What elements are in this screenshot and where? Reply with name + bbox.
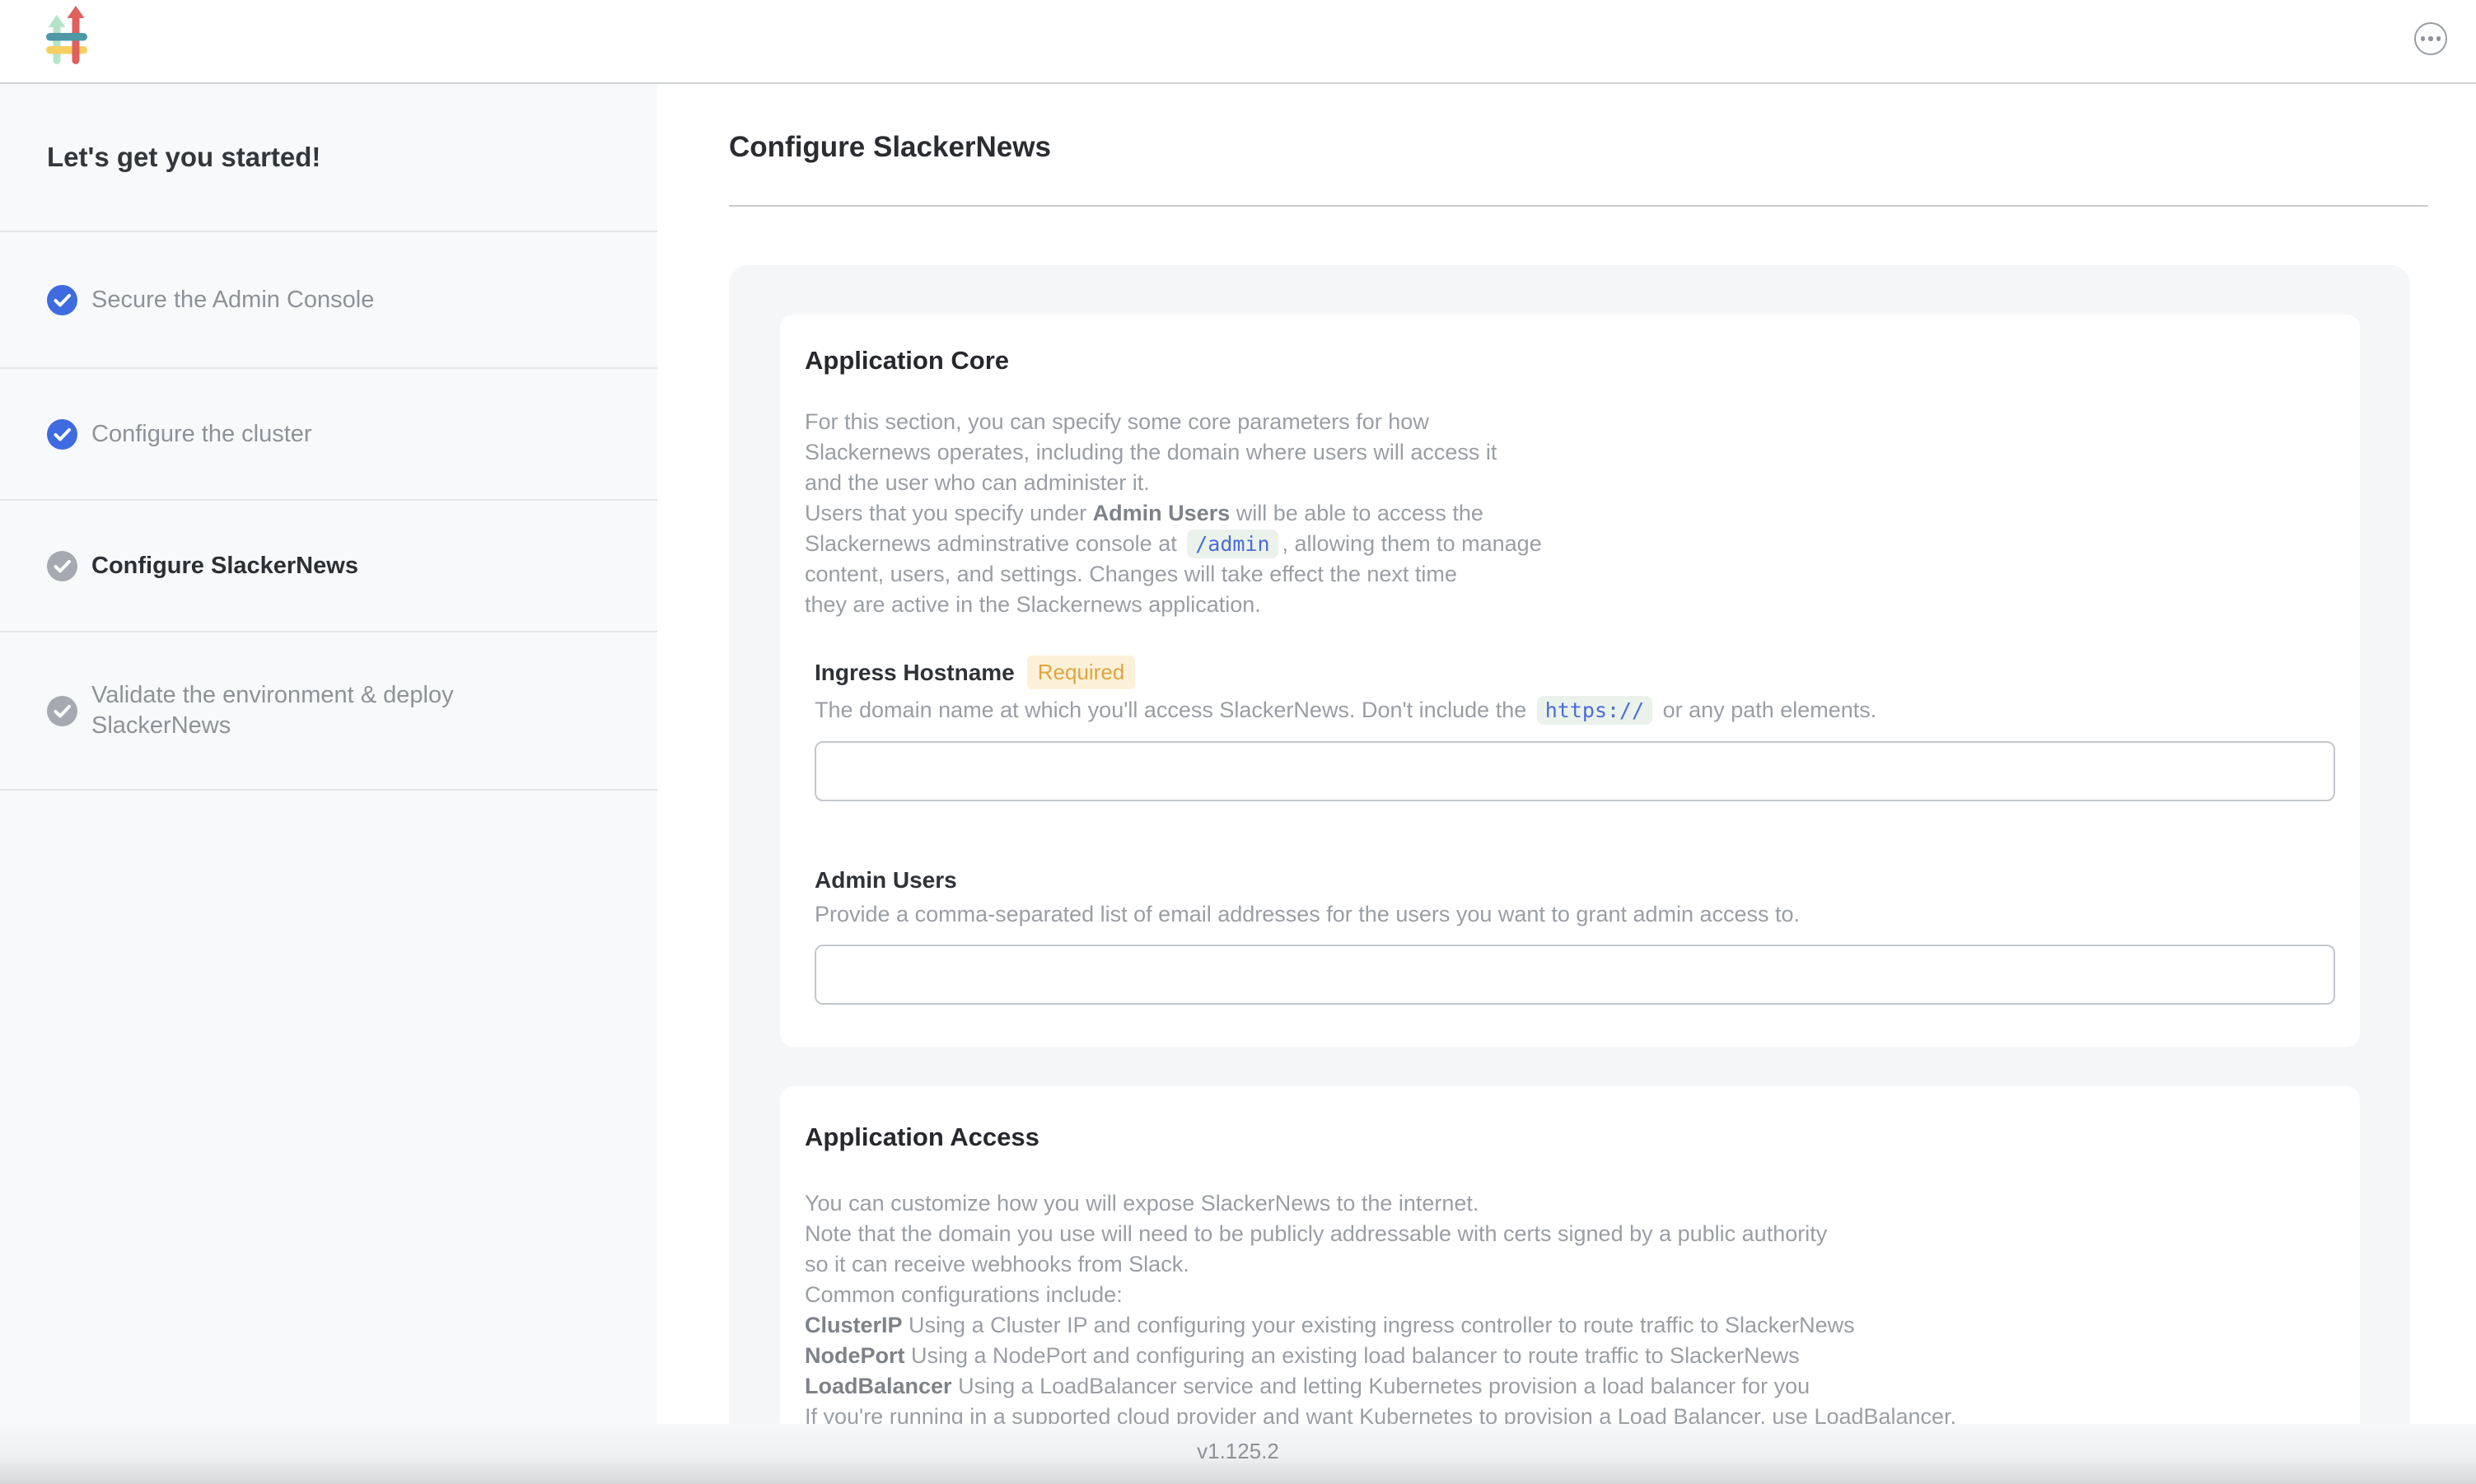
text-line: For this section, you can specify some c… (805, 407, 2335, 437)
check-icon (47, 696, 77, 726)
text-line: You can customize how you will expose Sl… (805, 1188, 2335, 1219)
text-line: Slackernews adminstrative console at /ad… (805, 529, 2335, 559)
admin-users-input[interactable] (815, 945, 2335, 1005)
text-line: and the user who can administer it. (805, 468, 2335, 498)
ingress-hostname-help: The domain name at which you'll access S… (815, 696, 2335, 725)
title-divider (729, 205, 2428, 207)
admin-users-label: Admin Users (815, 867, 957, 894)
sidebar-step-label: Configure the cluster (91, 419, 312, 450)
top-header (0, 0, 2476, 84)
config-panel: Application Core For this section, you c… (729, 265, 2410, 1424)
ingress-hostname-label: Ingress Hostname (815, 660, 1015, 686)
ellipsis-icon (2436, 36, 2441, 41)
text-line: they are active in the Slackernews appli… (805, 590, 2335, 620)
ellipsis-icon (2421, 36, 2426, 41)
sidebar-step-validate-deploy[interactable]: Validate the environment & deploy Slacke… (0, 632, 657, 791)
admin-users-field: Admin Users Provide a comma-separated li… (815, 867, 2335, 1005)
text-line: The domain name at which you'll access S… (815, 696, 2335, 725)
text-line: Provide a comma-separated list of email … (815, 900, 2335, 928)
inline-code: /admin (1187, 530, 1278, 558)
setup-steps-sidebar: Let's get you started! Secure the Admin … (0, 84, 657, 1424)
sidebar-step-label: Validate the environment & deploy Slacke… (91, 680, 540, 740)
text-line: so it can receive webhooks from Slack. (805, 1249, 2335, 1280)
check-icon (47, 419, 77, 450)
text-line: NodePort Using a NodePort and configurin… (805, 1341, 2335, 1371)
admin-users-help: Provide a comma-separated list of email … (815, 900, 2335, 928)
version-label: v1.125.2 (1197, 1439, 1279, 1464)
text-line: Common configurations include: (805, 1280, 2335, 1310)
text-line: Users that you specify under Admin Users… (805, 498, 2335, 529)
card-description: You can customize how you will expose Sl… (805, 1188, 2335, 1424)
sidebar-title: Let's get you started! (0, 84, 657, 232)
text-line: ClusterIP Using a Cluster IP and configu… (805, 1310, 2335, 1341)
text-line: content, users, and settings. Changes wi… (805, 559, 2335, 590)
page-title: Configure SlackerNews (729, 131, 1051, 164)
application-access-card: Application Access You can customize how… (780, 1086, 2360, 1424)
ingress-hostname-field: Ingress Hostname Required The domain nam… (815, 656, 2335, 801)
sidebar-step-label: Configure SlackerNews (91, 551, 358, 581)
inline-code: https:// (1537, 696, 1652, 725)
text-line: LoadBalancer Using a LoadBalancer servic… (805, 1371, 2335, 1402)
text-line: Note that the domain you use will need t… (805, 1219, 2335, 1249)
ellipsis-icon (2428, 36, 2433, 41)
text-line: Slackernews operates, including the doma… (805, 437, 2335, 468)
check-icon (47, 285, 77, 315)
main-content: Configure SlackerNews Application Core F… (657, 84, 2476, 1424)
card-description: For this section, you can specify some c… (805, 407, 2335, 620)
sidebar-step-secure-admin-console[interactable]: Secure the Admin Console (0, 232, 657, 369)
sidebar-step-configure-slackernews[interactable]: Configure SlackerNews (0, 501, 657, 632)
text-line: If you're running in a supported cloud p… (805, 1402, 2335, 1424)
card-title: Application Core (805, 346, 2335, 376)
check-icon (47, 551, 77, 581)
application-core-card: Application Core For this section, you c… (780, 315, 2360, 1047)
slackernews-logo-icon (44, 6, 89, 65)
version-footer: v1.125.2 (0, 1424, 2476, 1484)
sidebar-step-label: Secure the Admin Console (91, 285, 374, 315)
sidebar-step-configure-cluster[interactable]: Configure the cluster (0, 369, 657, 501)
required-badge: Required (1027, 656, 1136, 689)
more-menu-button[interactable] (2414, 22, 2447, 55)
card-title: Application Access (805, 1122, 2335, 1152)
ingress-hostname-input[interactable] (815, 741, 2335, 801)
